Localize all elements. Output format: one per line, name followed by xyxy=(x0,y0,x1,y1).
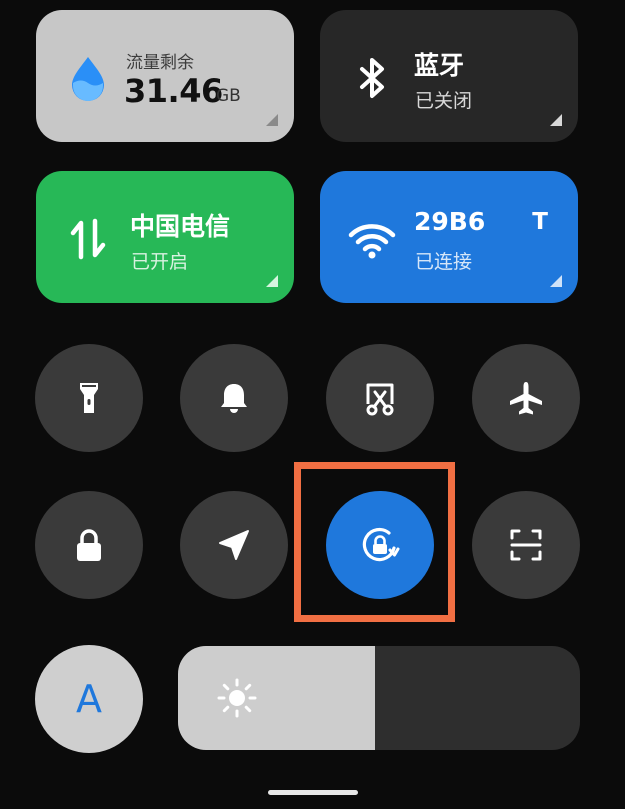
mobile-data-arrows-icon xyxy=(70,218,106,260)
scan-icon xyxy=(510,529,542,561)
water-drop-icon xyxy=(72,57,104,101)
airplane-icon xyxy=(510,382,542,415)
bluetooth-icon xyxy=(360,58,384,98)
expand-corner-icon xyxy=(266,114,278,126)
expand-corner-icon xyxy=(550,275,562,287)
data-remaining-value: 31.46 xyxy=(124,72,223,110)
cellular-tile[interactable]: 中国电信 已开启 xyxy=(36,171,294,303)
expand-corner-icon xyxy=(266,275,278,287)
data-remaining-unit: GB xyxy=(216,86,241,106)
cellular-status: 已开启 xyxy=(131,251,189,273)
flashlight-icon xyxy=(80,383,98,413)
wifi-network-name: 29B6 xyxy=(414,207,486,236)
wifi-network-name-suffix: T xyxy=(532,209,548,235)
bluetooth-status: 已关闭 xyxy=(415,90,473,112)
wifi-status: 已连接 xyxy=(415,251,473,273)
flashlight-toggle[interactable] xyxy=(35,344,143,452)
location-toggle[interactable] xyxy=(180,491,288,599)
brightness-level-fill xyxy=(178,646,375,750)
auto-brightness-letter: A xyxy=(76,677,102,721)
bluetooth-title: 蓝牙 xyxy=(414,51,465,80)
auto-brightness-toggle[interactable]: A xyxy=(35,645,143,753)
expand-corner-icon xyxy=(550,114,562,126)
carrier-name: 中国电信 xyxy=(130,212,231,241)
home-indicator[interactable] xyxy=(268,790,358,795)
data-remaining-label: 流量剩余 xyxy=(126,53,194,73)
bell-icon xyxy=(221,384,247,413)
airplane-mode-toggle[interactable] xyxy=(472,344,580,452)
location-arrow-icon xyxy=(219,530,249,560)
rotation-lock-icon xyxy=(362,527,400,562)
wifi-tile[interactable]: 29B6 T 已连接 xyxy=(320,171,578,303)
bluetooth-tile[interactable]: 蓝牙 已关闭 xyxy=(320,10,578,142)
lock-icon xyxy=(77,529,101,561)
rotation-lock-toggle[interactable] xyxy=(326,491,434,599)
lock-screen-toggle[interactable] xyxy=(35,491,143,599)
scanner-toggle[interactable] xyxy=(472,491,580,599)
screenshot-toggle[interactable] xyxy=(326,344,434,452)
brightness-slider[interactable] xyxy=(178,646,580,750)
data-usage-tile[interactable]: 流量剩余 31.46 GB xyxy=(36,10,294,142)
wifi-icon xyxy=(348,224,396,259)
screenshot-icon xyxy=(366,383,394,416)
silent-mode-toggle[interactable] xyxy=(180,344,288,452)
sun-icon xyxy=(217,678,257,718)
